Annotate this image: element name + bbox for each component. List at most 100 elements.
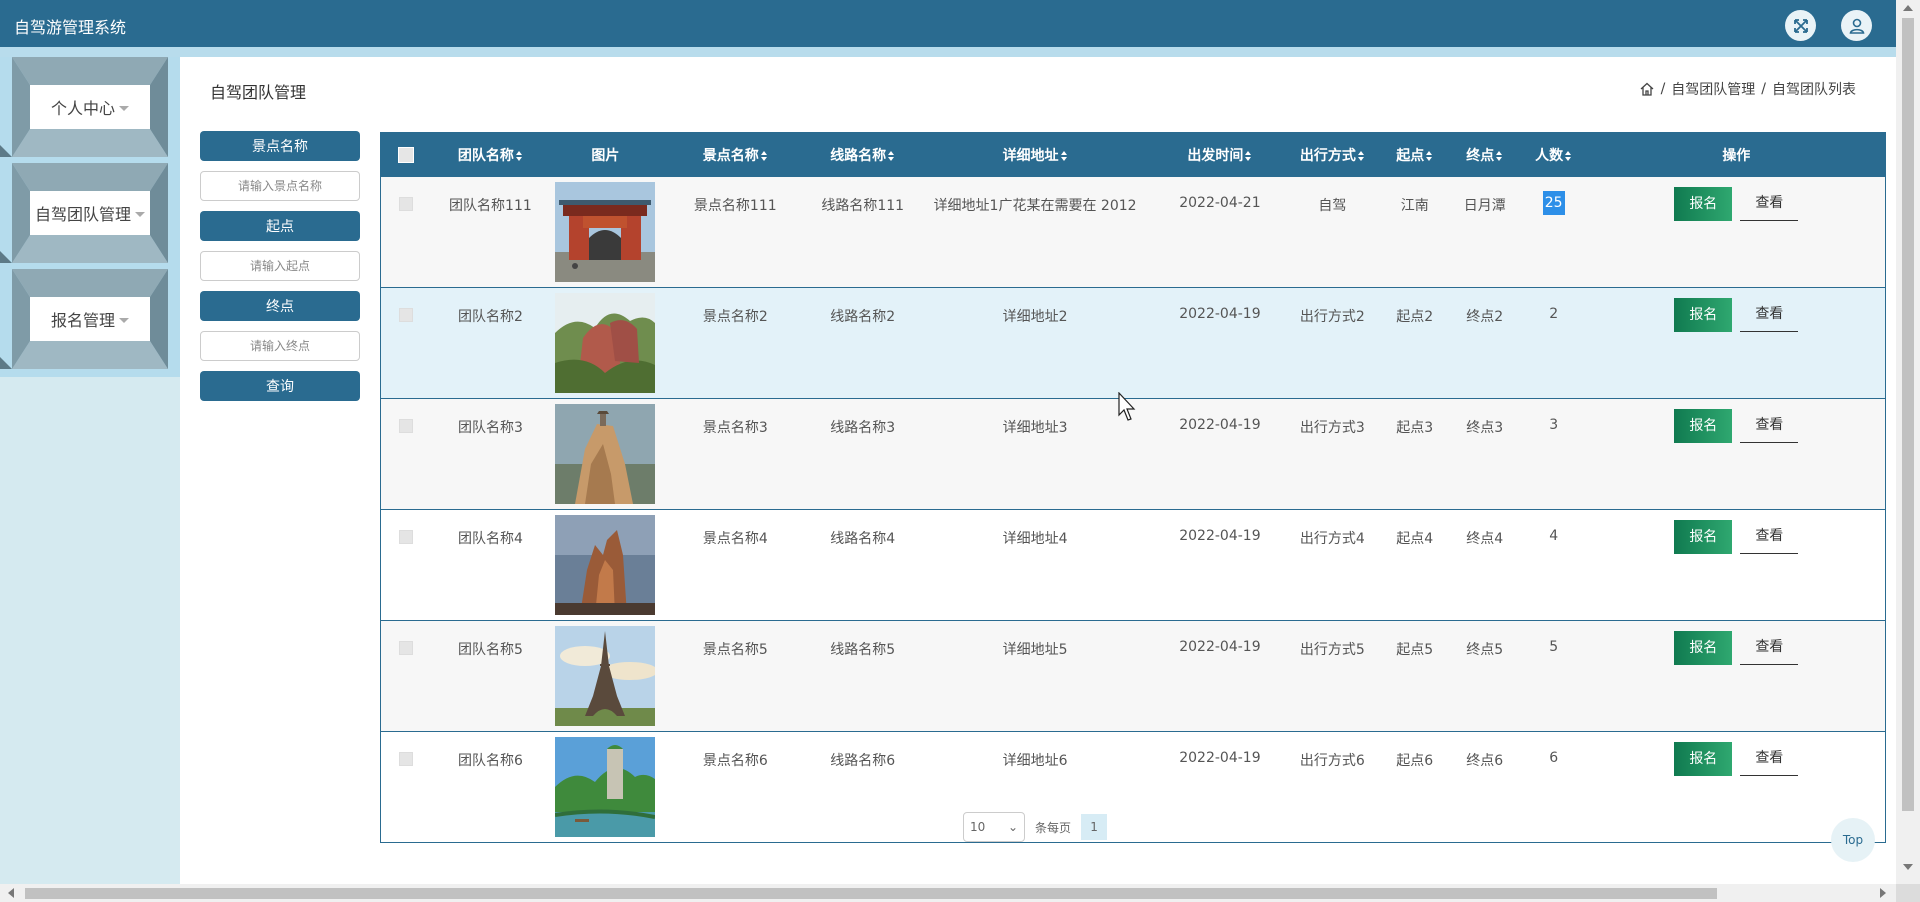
cell-end: 终点2 (1466, 309, 1504, 325)
row-checkbox[interactable] (398, 419, 413, 433)
horizontal-scrollbar[interactable] (0, 884, 1896, 902)
cell-mode: 出行方式4 (1299, 531, 1365, 547)
end-input[interactable] (200, 331, 360, 361)
rock-pillar-photo[interactable] (555, 515, 656, 615)
sign-up-button[interactable]: 报名 (1674, 520, 1733, 554)
cell-date: 2022-04-19 (1179, 528, 1261, 544)
search-button[interactable]: 查询 (200, 371, 360, 401)
scenic-input[interactable] (200, 171, 360, 201)
horizontal-scroll-thumb[interactable] (25, 888, 1717, 899)
cell-mode: 出行方式6 (1299, 753, 1365, 769)
cell-route: 线路名称2 (830, 309, 896, 325)
cell-route: 线路名称4 (830, 531, 896, 547)
col-header-scenic[interactable]: 景点名称 (660, 132, 811, 177)
cell-end: 终点4 (1466, 531, 1504, 547)
back-to-top-button[interactable]: Top (1831, 818, 1875, 862)
col-header-route[interactable]: 线路名称 (810, 132, 916, 177)
view-button[interactable]: 查看 (1740, 409, 1799, 443)
cell-count: 25 (1542, 190, 1565, 215)
col-header-team[interactable]: 团队名称 (430, 132, 551, 177)
eiffel-tower-photo[interactable] (555, 626, 656, 726)
sign-up-button[interactable]: 报名 (1674, 742, 1733, 776)
end-label: 终点 (200, 291, 360, 321)
view-button[interactable]: 查看 (1740, 298, 1799, 332)
cell-team: 团队名称6 (457, 753, 523, 769)
cell-team: 团队名称4 (457, 531, 523, 547)
view-button[interactable]: 查看 (1740, 187, 1799, 221)
cell-mode: 出行方式2 (1299, 309, 1365, 325)
cell-end: 日月潭 (1463, 197, 1506, 214)
row-checkbox[interactable] (398, 641, 413, 655)
sidebar-item-registration-management[interactable]: 报名管理 (0, 269, 180, 369)
cell-address: 详细地址4 (1002, 531, 1068, 547)
gate-photo[interactable] (555, 181, 656, 282)
sidebar-item-team-management[interactable]: 自驾团队管理 (0, 163, 180, 263)
cell-scenic: 景点名称2 (702, 309, 768, 325)
start-input[interactable] (200, 251, 360, 281)
sort-icon[interactable] (1245, 150, 1252, 161)
fullscreen-button[interactable] (1785, 10, 1816, 41)
col-header-start[interactable]: 起点 (1379, 132, 1450, 177)
scroll-up-icon[interactable] (1903, 5, 1913, 11)
cell-count: 4 (1549, 528, 1559, 544)
col-header-address[interactable]: 详细地址 (915, 132, 1155, 177)
sidebar-item-label: 个人中心 (50, 99, 115, 118)
table-header-row: 团队名称 图片 景点名称 线路名称 详细地址 出发时间 出行方式 起点 终点 人… (380, 132, 1886, 177)
sort-icon[interactable] (888, 150, 895, 161)
select-all-checkbox[interactable] (397, 146, 414, 163)
caret-down-icon (135, 211, 145, 217)
sort-icon[interactable] (760, 150, 768, 161)
cell-start: 起点5 (1396, 642, 1434, 658)
page-size-select[interactable]: 10 ⌄ (963, 812, 1025, 842)
col-header-date[interactable]: 出发时间 (1154, 132, 1285, 177)
view-button[interactable]: 查看 (1740, 631, 1799, 665)
cell-date: 2022-04-19 (1179, 750, 1261, 766)
view-button[interactable]: 查看 (1740, 520, 1799, 554)
sign-up-button[interactable]: 报名 (1674, 631, 1733, 665)
cell-route: 线路名称3 (830, 420, 896, 436)
sort-icon[interactable] (1426, 150, 1433, 161)
sort-icon[interactable] (1060, 150, 1068, 161)
user-button[interactable] (1841, 10, 1872, 41)
col-header-end[interactable]: 终点 (1449, 132, 1520, 177)
view-button[interactable]: 查看 (1740, 742, 1799, 776)
cell-mode: 出行方式3 (1299, 420, 1365, 436)
sign-up-button[interactable]: 报名 (1674, 298, 1733, 332)
vertical-scroll-thumb[interactable] (1902, 18, 1914, 811)
row-checkbox[interactable] (398, 752, 413, 766)
breadcrumb-item[interactable]: 自驾团队管理 (1671, 79, 1755, 99)
page-number-button[interactable]: 1 (1081, 814, 1108, 840)
col-header-mode[interactable]: 出行方式 (1284, 132, 1380, 177)
river-mountain-photo[interactable] (555, 737, 656, 837)
cell-team: 团队名称111 (449, 197, 532, 214)
scroll-right-icon[interactable] (1880, 888, 1886, 898)
main-panel: 自驾团队管理 / 自驾团队管理 / 自驾团队列表 景点名称 起点 终点 查询 团… (180, 57, 1896, 884)
vertical-scrollbar[interactable] (1896, 0, 1920, 884)
sort-icon[interactable] (1496, 150, 1503, 161)
cell-address: 详细地址5 (1002, 642, 1068, 658)
cell-count: 5 (1549, 639, 1559, 655)
scroll-left-icon[interactable] (8, 888, 14, 898)
scroll-down-icon[interactable] (1903, 864, 1913, 870)
cell-mode: 自驾 (1318, 197, 1347, 214)
col-header-image: 图片 (550, 132, 661, 177)
row-checkbox[interactable] (398, 308, 413, 322)
col-header-count[interactable]: 人数 (1519, 132, 1588, 177)
pagination: 10 ⌄ 条每页 1 (963, 812, 1108, 842)
sign-up-button[interactable]: 报名 (1674, 409, 1733, 443)
mouse-cursor-icon (1118, 392, 1136, 421)
cliff-pagoda-photo[interactable] (555, 404, 656, 504)
sign-up-button[interactable]: 报名 (1674, 186, 1733, 221)
sidebar-item-personal-center[interactable]: 个人中心 (0, 57, 180, 157)
sort-icon[interactable] (1357, 150, 1365, 161)
row-checkbox[interactable] (398, 196, 413, 211)
row-checkbox[interactable] (398, 530, 413, 544)
home-icon[interactable] (1639, 81, 1655, 97)
caret-down-icon (119, 317, 129, 323)
cell-end: 终点3 (1466, 420, 1504, 436)
sort-icon[interactable] (515, 150, 523, 161)
app-title: 自驾游管理系统 (14, 18, 127, 37)
team-table: 团队名称 图片 景点名称 线路名称 详细地址 出发时间 出行方式 起点 终点 人… (380, 132, 1886, 843)
sort-icon[interactable] (1565, 150, 1572, 161)
red-cliff-photo[interactable] (555, 293, 656, 393)
